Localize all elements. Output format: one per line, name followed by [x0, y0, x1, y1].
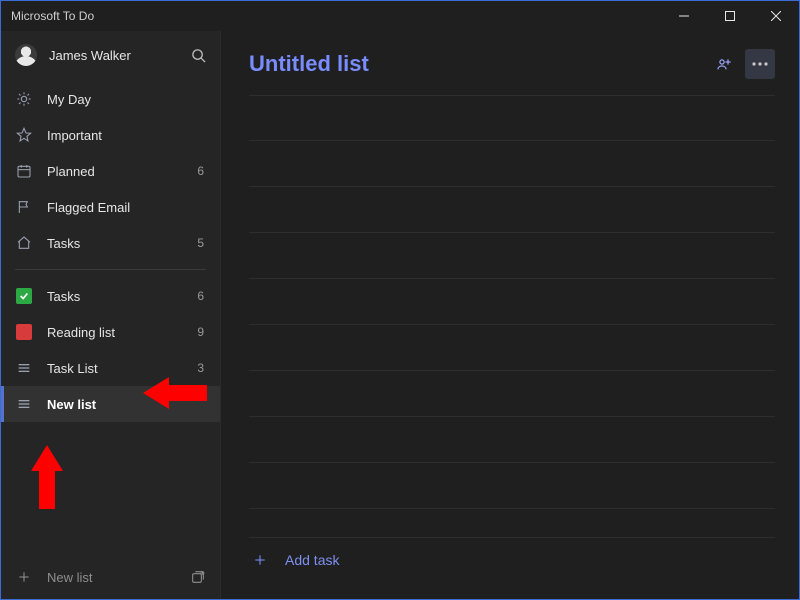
window-controls — [661, 1, 799, 31]
flag-icon — [15, 199, 33, 215]
main-header: Untitled list — [221, 31, 799, 85]
sidebar-item-user-tasks[interactable]: Tasks 6 — [1, 278, 220, 314]
task-area — [221, 85, 799, 537]
star-icon — [15, 127, 33, 143]
sidebar-divider — [15, 269, 206, 270]
sidebar-item-important[interactable]: Important — [1, 117, 220, 153]
search-icon — [191, 48, 206, 63]
close-button[interactable] — [753, 1, 799, 31]
maximize-button[interactable] — [707, 1, 753, 31]
task-row[interactable] — [249, 325, 775, 371]
sidebar-item-label: My Day — [47, 92, 204, 107]
sidebar-item-my-day[interactable]: My Day — [1, 81, 220, 117]
calendar-icon — [15, 163, 33, 179]
sidebar-item-count: 3 — [197, 361, 204, 375]
list-options-button[interactable] — [745, 49, 775, 79]
task-row[interactable] — [249, 279, 775, 325]
task-row[interactable] — [249, 463, 775, 509]
user-name: James Walker — [49, 48, 191, 63]
list-icon — [15, 396, 33, 412]
smart-lists: My Day Important Planned 6 — [1, 79, 220, 261]
list-color-icon — [15, 324, 33, 340]
more-icon — [752, 62, 768, 66]
task-row[interactable] — [249, 371, 775, 417]
sidebar: James Walker My Day Importan — [1, 31, 221, 599]
close-icon — [771, 11, 781, 21]
user-row[interactable]: James Walker — [1, 31, 220, 79]
sidebar-item-task-list[interactable]: Task List 3 — [1, 350, 220, 386]
sidebar-item-flagged-email[interactable]: Flagged Email — [1, 189, 220, 225]
home-icon — [15, 235, 33, 251]
app-window: Microsoft To Do James Walker — [0, 0, 800, 600]
sidebar-item-label: Flagged Email — [47, 200, 204, 215]
title-bar: Microsoft To Do — [1, 1, 799, 31]
new-group-button[interactable] — [190, 569, 206, 585]
task-row[interactable] — [249, 187, 775, 233]
main-panel: Untitled list — [221, 31, 799, 599]
plus-icon — [15, 570, 33, 584]
avatar — [15, 44, 37, 66]
sidebar-item-planned[interactable]: Planned 6 — [1, 153, 220, 189]
checkbox-icon — [15, 288, 33, 304]
task-row[interactable] — [249, 417, 775, 463]
task-row[interactable] — [249, 141, 775, 187]
sidebar-item-label: Tasks — [47, 236, 197, 251]
sidebar-item-count: 9 — [197, 325, 204, 339]
sidebar-item-label: Reading list — [47, 325, 197, 340]
sidebar-item-reading-list[interactable]: Reading list 9 — [1, 314, 220, 350]
sidebar-item-count: 6 — [197, 289, 204, 303]
sidebar-item-count: 5 — [197, 236, 204, 250]
body: James Walker My Day Importan — [1, 31, 799, 599]
user-lists: Tasks 6 Reading list 9 Task List 3 — [1, 278, 220, 422]
new-list-label: New list — [47, 570, 190, 585]
share-icon — [716, 56, 732, 72]
sidebar-item-label: New list — [47, 397, 204, 412]
add-task-row[interactable]: Add task — [249, 537, 775, 581]
search-button[interactable] — [191, 48, 206, 63]
minimize-button[interactable] — [661, 1, 707, 31]
sidebar-item-tasks[interactable]: Tasks 5 — [1, 225, 220, 261]
list-icon — [15, 360, 33, 376]
task-row[interactable] — [249, 233, 775, 279]
app-title: Microsoft To Do — [11, 9, 94, 23]
sidebar-item-label: Important — [47, 128, 204, 143]
sidebar-item-label: Task List — [47, 361, 197, 376]
sun-icon — [15, 91, 33, 107]
minimize-icon — [679, 11, 689, 21]
add-task-label: Add task — [285, 552, 339, 568]
list-title[interactable]: Untitled list — [249, 51, 709, 77]
sidebar-item-label: Tasks — [47, 289, 197, 304]
new-group-icon — [190, 569, 206, 585]
sidebar-item-label: Planned — [47, 164, 197, 179]
new-list-row[interactable]: New list — [1, 555, 220, 599]
maximize-icon — [725, 11, 735, 21]
plus-icon — [253, 553, 267, 567]
share-button[interactable] — [709, 49, 739, 79]
task-row[interactable] — [249, 95, 775, 141]
sidebar-item-new-list[interactable]: New list — [1, 386, 220, 422]
sidebar-item-count: 6 — [197, 164, 204, 178]
